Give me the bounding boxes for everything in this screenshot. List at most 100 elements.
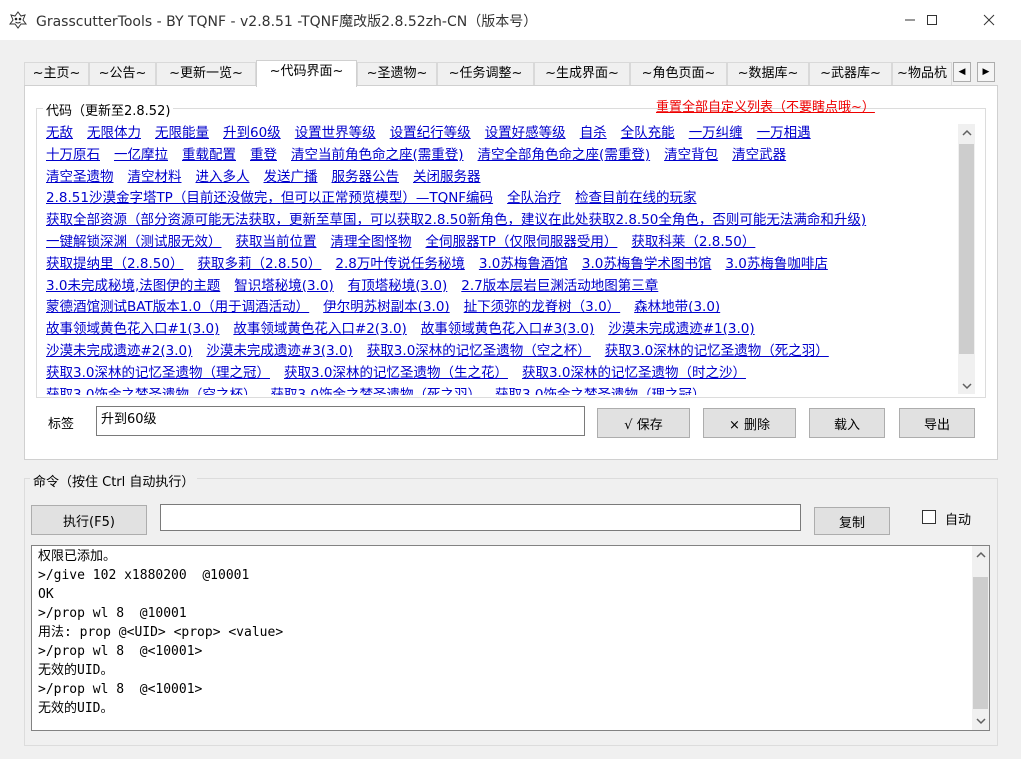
code-link[interactable]: 进入多人 (196, 169, 250, 185)
code-link[interactable]: 故事领域黄色花入口#1(3.0) (46, 321, 219, 337)
scroll-thumb[interactable] (959, 144, 974, 354)
scroll-up-button[interactable] (958, 124, 975, 141)
code-link[interactable]: 获取3.0深林的记忆圣遗物（时之沙） (522, 365, 746, 381)
tab-scroll-left-button[interactable]: ◀ (953, 62, 971, 82)
code-list-scrollbar[interactable] (958, 124, 975, 394)
code-link[interactable]: 获取3.0饰金之梦圣遗物（死之羽） (270, 387, 480, 395)
code-link[interactable]: 关闭服务器 (413, 169, 481, 185)
code-link[interactable]: 一亿摩拉 (114, 147, 168, 163)
code-link[interactable]: 自杀 (580, 125, 607, 141)
code-link[interactable]: 清空圣遗物 (46, 169, 114, 185)
code-link[interactable]: 清空武器 (732, 147, 786, 163)
code-link[interactable]: 森林地带(3.0) (634, 299, 720, 315)
tab-weapons[interactable]: ~武器库~ (809, 62, 892, 86)
reset-custom-list-link[interactable]: 重置全部自定义列表（不要瞎点哦~） (656, 96, 875, 115)
code-link[interactable]: 无限能量 (155, 125, 209, 141)
code-link[interactable]: 服务器公告 (332, 169, 400, 185)
code-link[interactable]: 无限体力 (87, 125, 141, 141)
tab-database[interactable]: ~数据库~ (727, 62, 809, 86)
close-button[interactable] (966, 0, 1012, 40)
maximize-button[interactable] (909, 0, 955, 40)
delete-button[interactable]: × 删除 (703, 408, 796, 438)
tab-code[interactable]: ~代码界面~ (256, 60, 357, 87)
code-link[interactable]: 检查目前在线的玩家 (575, 190, 697, 206)
code-link[interactable]: 扯下须弥的龙脊树（3.0） (464, 299, 620, 315)
code-link[interactable]: 一键解锁深渊（测试服无效） (46, 234, 222, 250)
code-link[interactable]: 清空当前角色命之座(需重登) (291, 147, 464, 163)
console-output[interactable]: 权限已添加。 >/give 102 x1880200 @10001 OK >/prop… (31, 545, 990, 731)
code-link[interactable]: 清空全部角色命之座(需重登) (478, 147, 651, 163)
code-link[interactable]: 3.0苏梅鲁学术图书馆 (582, 256, 711, 272)
code-link[interactable]: 清空材料 (128, 169, 182, 185)
code-link[interactable]: 一万相遇 (757, 125, 811, 141)
auto-checkbox[interactable] (922, 510, 936, 524)
code-link[interactable]: 设置好感等级 (485, 125, 566, 141)
copy-button[interactable]: 复制 (814, 507, 890, 535)
code-link[interactable]: 全伺服器TP（仅限伺服器受用） (426, 234, 618, 250)
app-icon (9, 11, 27, 29)
code-link[interactable]: 获取科莱（2.8.50） (631, 234, 755, 250)
code-link[interactable]: 故事领域黄色花入口#3(3.0) (421, 321, 594, 337)
code-link[interactable]: 重登 (250, 147, 277, 163)
code-link[interactable]: 获取3.0深林的记忆圣遗物（死之羽） (605, 343, 829, 359)
code-link[interactable]: 获取多莉（2.8.50） (197, 256, 321, 272)
code-link[interactable]: 故事领域黄色花入口#2(3.0) (233, 321, 406, 337)
execute-button[interactable]: 执行(F5) (31, 505, 147, 535)
tab-home[interactable]: ~主页~ (24, 62, 89, 86)
console-scroll-up-button[interactable] (972, 546, 989, 563)
tab-characters[interactable]: ~角色页面~ (630, 62, 727, 86)
code-link[interactable]: 沙漠未完成遗迹#1(3.0) (608, 321, 754, 337)
code-link[interactable]: 2.8万叶传说任务秘境 (335, 256, 464, 272)
export-button[interactable]: 导出 (899, 408, 975, 438)
code-link[interactable]: 蒙德酒馆测试BAT版本1.0（用于调酒活动） (46, 299, 309, 315)
code-link[interactable]: 获取3.0深林的记忆圣遗物（生之花） (284, 365, 508, 381)
code-link[interactable]: 获取3.0饰金之梦圣遗物（空之杯） (46, 387, 256, 395)
code-link[interactable]: 2.8.51沙漠金字塔TP（目前还没做完，但可以正常预览模型）—TQNF编码 (46, 190, 493, 206)
console-scroll-thumb[interactable] (973, 577, 988, 709)
code-line: 获取全部资源（部分资源可能无法获取，更新至草国，可以获取2.8.50新角色，建议… (46, 210, 880, 231)
console-scrollbar[interactable] (972, 546, 989, 730)
code-link[interactable]: 获取全部资源（部分资源可能无法获取，更新至草国，可以获取2.8.50新角色，建议… (46, 212, 866, 228)
tab-spawn[interactable]: ~生成界面~ (534, 62, 630, 86)
code-link[interactable]: 设置世界等级 (295, 125, 376, 141)
code-link[interactable]: 全队治疗 (507, 190, 561, 206)
code-link[interactable]: 获取3.0深林的记忆圣遗物（空之杯） (367, 343, 591, 359)
code-link[interactable]: 智识塔秘境(3.0) (234, 278, 334, 294)
code-link[interactable]: 全队充能 (621, 125, 675, 141)
console-scroll-down-button[interactable] (972, 712, 989, 729)
code-link[interactable]: 3.0苏梅鲁咖啡店 (725, 256, 827, 272)
tag-input[interactable]: 升到60级 (96, 406, 585, 436)
tab-items[interactable]: ~物品杭 (892, 62, 952, 86)
code-link[interactable]: 沙漠未完成遗迹#3(3.0) (206, 343, 352, 359)
code-link[interactable]: 设置纪行等级 (390, 125, 471, 141)
tab-artifacts[interactable]: ~圣遗物~ (357, 62, 437, 86)
code-link[interactable]: 一万纠缠 (689, 125, 743, 141)
code-link[interactable]: 3.0未完成秘境,法图伊的主题 (46, 278, 220, 294)
code-link[interactable]: 获取3.0饰金之梦圣遗物（理之冠） (495, 387, 705, 395)
code-link[interactable]: 发送广播 (264, 169, 318, 185)
code-link[interactable]: 升到60级 (223, 125, 281, 141)
code-link[interactable]: 无敌 (46, 125, 73, 141)
tab-updates[interactable]: ~更新一览~ (156, 62, 256, 86)
tab-quests[interactable]: ~任务调整~ (437, 62, 534, 86)
code-link[interactable]: 清空背包 (664, 147, 718, 163)
code-link[interactable]: 清理全图怪物 (331, 234, 412, 250)
code-link[interactable]: 伊尔明苏树副本(3.0) (323, 299, 450, 315)
code-link[interactable]: 沙漠未完成遗迹#2(3.0) (46, 343, 192, 359)
code-list: 无敌 无限体力 无限能量 升到60级 设置世界等级 设置纪行等级 设置好感等级 自杀 全队充能一… (46, 123, 954, 395)
code-link[interactable]: 获取3.0深林的记忆圣遗物（理之冠） (46, 365, 270, 381)
load-button[interactable]: 载入 (809, 408, 885, 438)
code-link[interactable]: 获取提纳里（2.8.50） (46, 256, 183, 272)
code-link[interactable]: 3.0苏梅鲁酒馆 (479, 256, 568, 272)
scroll-down-button[interactable] (958, 377, 975, 394)
command-input[interactable] (160, 504, 801, 531)
code-link[interactable]: 2.7版本层岩巨渊活动地图第三章 (461, 278, 658, 294)
save-button[interactable]: √ 保存 (597, 408, 690, 438)
code-link[interactable]: 十万原石 (46, 147, 100, 163)
code-link[interactable]: 重载配置 (182, 147, 236, 163)
code-link[interactable]: 有顶塔秘境(3.0) (348, 278, 448, 294)
console-line: 无效的UID。 (38, 701, 114, 716)
code-link[interactable]: 获取当前位置 (236, 234, 317, 250)
tab-scroll-right-button[interactable]: ▶ (977, 62, 995, 82)
tab-announcement[interactable]: ~公告~ (89, 62, 156, 86)
